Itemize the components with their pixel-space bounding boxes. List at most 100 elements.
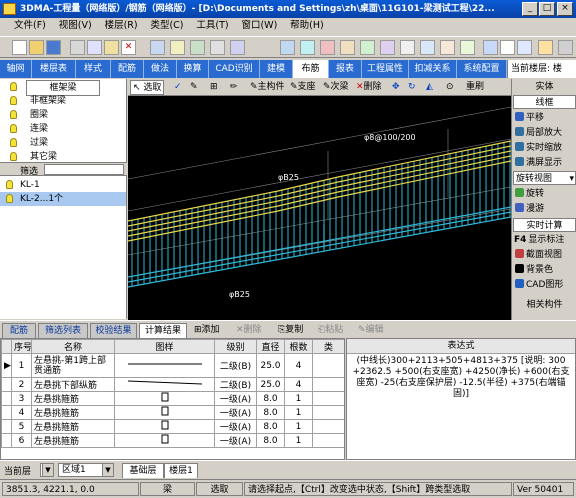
- print-icon[interactable]: [210, 40, 225, 55]
- table-row[interactable]: 2 左悬挑下部纵筋 二级(B) 25.0 4: [1, 377, 344, 392]
- zone-icon[interactable]: [460, 40, 475, 55]
- copy-button[interactable]: ⎘复制: [276, 323, 305, 338]
- tab-filter-list[interactable]: 筛选列表: [38, 323, 88, 338]
- layer-tab-foundation[interactable]: 基础层: [122, 463, 164, 478]
- menu-file[interactable]: 文件(F): [0, 18, 51, 34]
- rotate-view-select[interactable]: 旋转视图 ▾: [513, 171, 576, 185]
- menu-window[interactable]: 窗口(W): [236, 18, 282, 34]
- zoom-icon[interactable]: ⊙: [444, 80, 456, 95]
- mirror-icon[interactable]: ◭: [424, 80, 435, 95]
- support-tool[interactable]: ✎支座: [288, 80, 318, 95]
- confirm-icon[interactable]: ✓: [172, 80, 184, 95]
- rebar-view-icon[interactable]: [500, 40, 515, 55]
- axis-icon[interactable]: [280, 40, 295, 55]
- menu-tools[interactable]: 工具(T): [191, 18, 233, 34]
- tree-item-non-frame-beam[interactable]: 非框架梁: [0, 94, 126, 108]
- more-icon[interactable]: [558, 40, 573, 55]
- column-icon[interactable]: [320, 40, 335, 55]
- tab-cad-recognition[interactable]: CAD识别: [209, 60, 260, 78]
- tree-item-coupling-beam[interactable]: 连梁: [0, 122, 126, 136]
- decoration-icon[interactable]: [440, 40, 455, 55]
- opening-icon[interactable]: [420, 40, 435, 55]
- background-color-button[interactable]: 背景色: [513, 263, 576, 277]
- tab-method[interactable]: 做法: [144, 60, 177, 78]
- realtime-calc-button[interactable]: 实时计算: [513, 218, 576, 232]
- menu-view[interactable]: 视图(V): [54, 18, 97, 34]
- cut-icon[interactable]: [70, 40, 85, 55]
- tab-modeling[interactable]: 建模: [260, 60, 293, 78]
- table-row[interactable]: 5 左悬挑箍筋 一级(A) 8.0 1: [1, 419, 344, 434]
- delete-icon[interactable]: ✕: [121, 40, 136, 55]
- table-row[interactable]: 4 左悬挑箍筋 一级(A) 8.0 1: [1, 405, 344, 420]
- related-members-button[interactable]: 相关构件: [513, 298, 576, 312]
- tab-conversion[interactable]: 换算: [177, 60, 209, 78]
- foundation-icon[interactable]: [400, 40, 415, 55]
- delete-row-button[interactable]: ✕删除: [234, 323, 264, 338]
- tab-rebar-layout[interactable]: 布筋: [293, 60, 329, 78]
- tree-item-ring-beam[interactable]: 圈梁: [0, 108, 126, 122]
- select-tool[interactable]: ↖ 选取: [130, 80, 165, 95]
- tree-item-frame-beam[interactable]: 框架梁: [0, 80, 126, 96]
- section-view-button[interactable]: 截面视图: [513, 248, 576, 262]
- paste-button[interactable]: ⎗粘贴: [316, 323, 345, 338]
- tab-axis[interactable]: 轴网: [0, 60, 32, 78]
- wall-icon[interactable]: [300, 40, 315, 55]
- paste-icon[interactable]: [104, 40, 119, 55]
- table-row[interactable]: ▶ 1 左悬挑-第1跨上部贯通筋 二级(B) 25.0 4: [1, 353, 344, 378]
- layer-tab-floor1[interactable]: 楼层1: [164, 463, 198, 478]
- tab-deduction[interactable]: 扣减关系: [409, 60, 457, 78]
- slab-icon[interactable]: [360, 40, 375, 55]
- edit-button[interactable]: ✎编辑: [356, 323, 386, 338]
- add-button[interactable]: ⊞添加: [192, 323, 222, 338]
- new-file-icon[interactable]: [12, 40, 27, 55]
- tab-reinforcement[interactable]: 配筋: [111, 60, 144, 78]
- delete-tool[interactable]: ✕删除: [354, 80, 384, 95]
- table-icon[interactable]: [170, 40, 185, 55]
- secondary-beam-tool[interactable]: ✎次梁: [321, 80, 351, 95]
- tab-style[interactable]: 样式: [76, 60, 111, 78]
- close-button[interactable]: ×: [557, 2, 573, 16]
- layer-dropdown[interactable]: ▼: [40, 463, 54, 477]
- tab-project-properties[interactable]: 工程属性: [362, 60, 409, 78]
- grid-tool-icon[interactable]: ⊞: [208, 80, 220, 95]
- tab-check-results[interactable]: 校验结果: [90, 323, 137, 338]
- table-row[interactable]: 3 左悬挑箍筋 一级(A) 8.0 1: [1, 391, 344, 406]
- pan-button[interactable]: 平移: [513, 111, 576, 125]
- beam-icon[interactable]: [340, 40, 355, 55]
- grid-icon[interactable]: [190, 40, 205, 55]
- rotate-icon[interactable]: ↻: [406, 80, 418, 95]
- roam-button[interactable]: 漫游: [513, 202, 576, 216]
- menu-type[interactable]: 类型(C): [145, 18, 188, 34]
- full-screen-button[interactable]: 满屏显示: [513, 156, 576, 170]
- tab-reinforcement-list[interactable]: 配筋: [2, 323, 36, 338]
- tab-calc-results[interactable]: 计算结果: [139, 323, 187, 338]
- pen-icon[interactable]: [517, 40, 532, 55]
- save-icon[interactable]: [46, 40, 61, 55]
- minimize-button[interactable]: _: [522, 2, 538, 16]
- tab-report[interactable]: 报表: [329, 60, 362, 78]
- filter-input[interactable]: [44, 164, 124, 175]
- tree-item-lintel[interactable]: 过梁: [0, 136, 126, 150]
- wireframe-button[interactable]: 线框: [513, 95, 576, 109]
- cad-graphic-button[interactable]: CAD图形: [513, 278, 576, 292]
- open-file-icon[interactable]: [29, 40, 44, 55]
- table-row[interactable]: 6 左悬挑箍筋 一级(A) 8.0 1: [1, 433, 344, 448]
- tab-system-config[interactable]: 系统配置: [457, 60, 507, 78]
- calc-icon[interactable]: [230, 40, 245, 55]
- maximize-button[interactable]: □: [539, 2, 555, 16]
- solid-view-button[interactable]: 实体: [513, 80, 576, 94]
- zoom-local-button[interactable]: 局部放大: [513, 126, 576, 140]
- stair-icon[interactable]: [380, 40, 395, 55]
- rotate-button[interactable]: 旋转: [513, 187, 576, 201]
- move-icon[interactable]: ✥: [390, 80, 402, 95]
- brush-icon[interactable]: ✏: [228, 80, 240, 95]
- list-item-kl2[interactable]: KL-2...1个: [0, 192, 126, 206]
- expression-text[interactable]: (中线长)300+2113+505+4813+375 [说明: 300 +236…: [347, 354, 575, 402]
- show-annotation-button[interactable]: F4 显示标注: [513, 233, 576, 247]
- main-member-tool[interactable]: ✎主构件: [248, 80, 287, 95]
- menu-help[interactable]: 帮助(H): [285, 18, 329, 34]
- list-item-kl1[interactable]: KL-1: [0, 178, 126, 192]
- menu-floor[interactable]: 楼层(R): [100, 18, 143, 34]
- redraw-button[interactable]: 重刷: [464, 80, 486, 95]
- tab-floor-table[interactable]: 楼层表: [32, 60, 76, 78]
